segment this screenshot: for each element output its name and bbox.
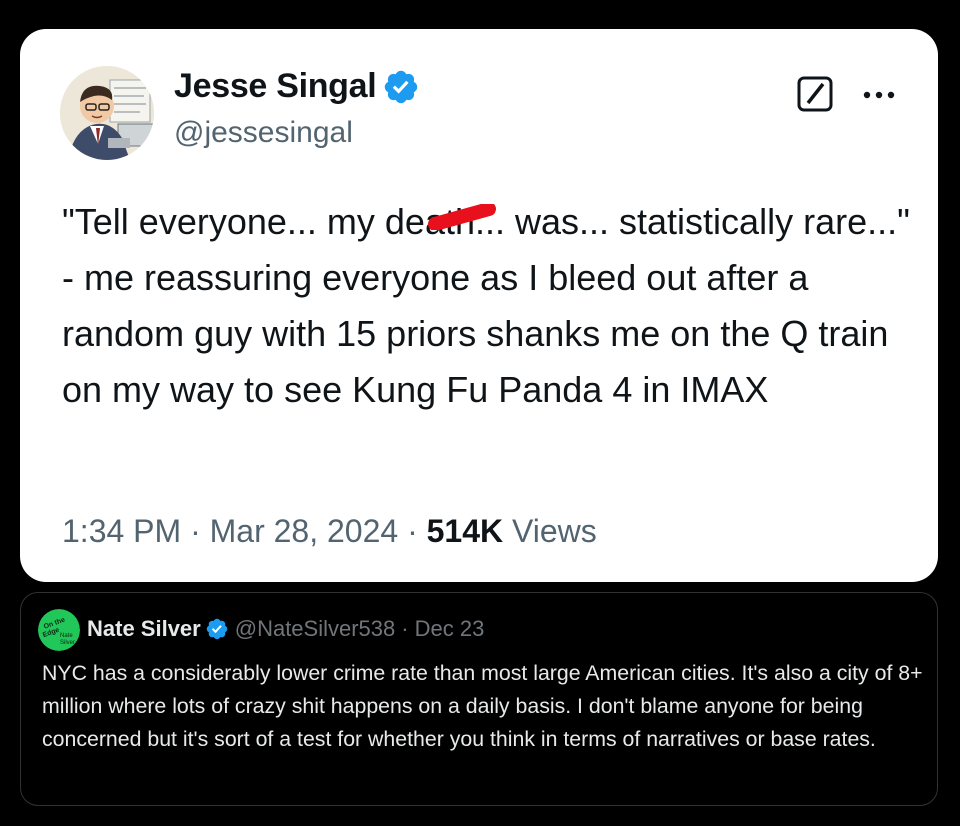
redacted-word: eath	[405, 194, 496, 250]
quote-author-avatar[interactable]: On the Edge Nate Silver	[38, 609, 80, 651]
author-handle[interactable]: @jessesingal	[174, 116, 353, 150]
author-avatar[interactable]	[60, 66, 154, 160]
grok-icon[interactable]	[796, 75, 836, 115]
tweet-text: "Tell everyone... my death... was... sta…	[62, 194, 922, 418]
verified-badge-icon	[205, 617, 229, 641]
tweet-meta: 1:34 PM · Mar 28, 2024 · 514K Views	[62, 513, 597, 550]
quoted-tweet-card[interactable]: On the Edge Nate Silver Nate Silver @Nat…	[20, 592, 938, 806]
quote-separator: ·	[401, 616, 409, 641]
tweet-text-part1: "Tell everyone... my d	[62, 201, 405, 242]
author-name[interactable]: Jesse Singal	[174, 67, 420, 106]
redaction-scribble	[427, 204, 496, 230]
views-count[interactable]: 514K	[427, 513, 504, 549]
verified-badge-icon	[382, 68, 420, 106]
quote-author-handle[interactable]: @NateSilver538	[235, 616, 396, 642]
svg-text:Silver: Silver	[60, 640, 75, 646]
tweet-time[interactable]: 1:34 PM	[62, 513, 181, 549]
quote-text: NYC has a considerably lower crime rate …	[42, 661, 923, 751]
views-label[interactable]: Views	[512, 513, 597, 549]
author-name-text[interactable]: Jesse Singal	[174, 67, 377, 106]
more-icon[interactable]	[860, 75, 898, 115]
tweet-date[interactable]: Mar 28, 2024	[210, 513, 399, 549]
meta-separator: ·	[190, 513, 201, 549]
quote-date[interactable]: Dec 23	[415, 616, 485, 642]
quote-author-name[interactable]: Nate Silver	[87, 616, 201, 642]
meta-separator: ·	[407, 513, 418, 549]
tweet-card: Jesse Singal @jessesingal "Tell everyone…	[20, 29, 938, 582]
svg-text:Nate: Nate	[60, 633, 73, 639]
quote-header: Nate Silver @NateSilver538 · Dec 23	[87, 616, 484, 642]
